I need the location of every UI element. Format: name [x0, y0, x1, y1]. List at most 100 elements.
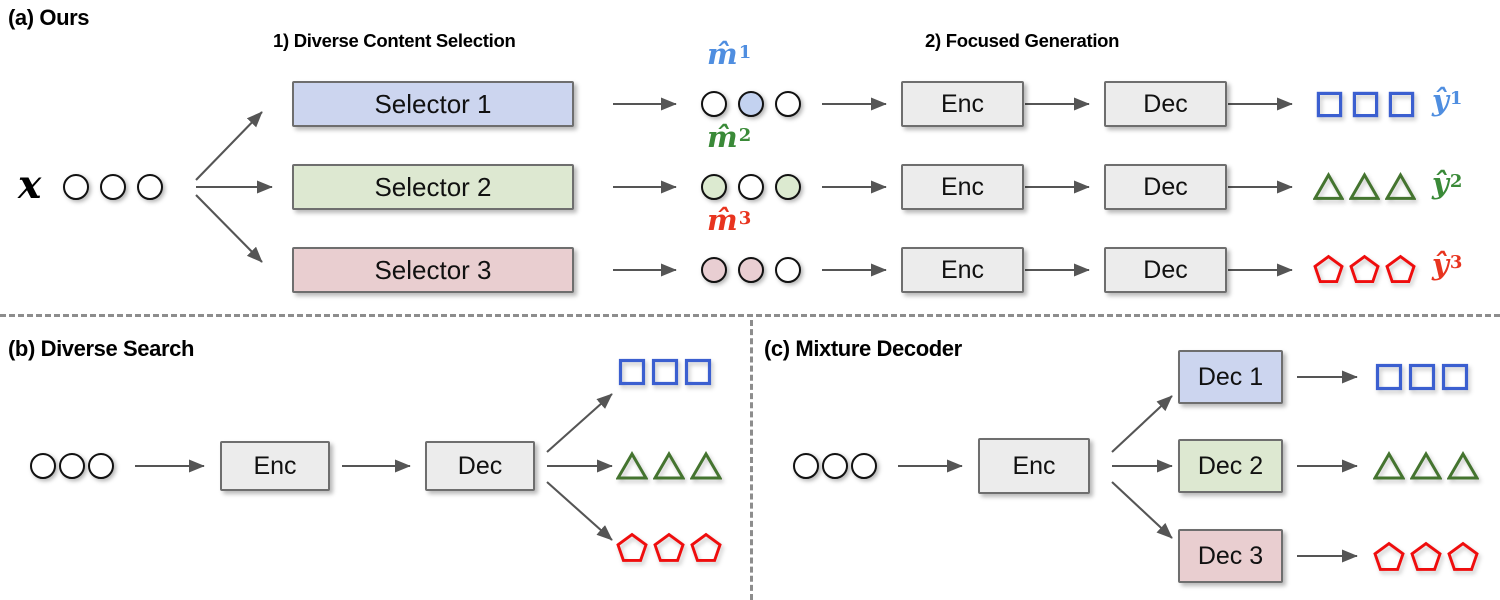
pentagon-icon	[616, 532, 648, 562]
mask-token	[775, 257, 801, 283]
mask-3-token-row	[701, 257, 812, 283]
panel-b-output-squares	[618, 358, 717, 386]
mask-1-sup: 1	[738, 41, 752, 63]
mask-2-token-row	[701, 174, 812, 200]
pentagon-icon	[1313, 254, 1344, 284]
square-icon	[1388, 91, 1415, 118]
selector-1-box[interactable]: Selector 1	[292, 81, 574, 127]
input-token	[59, 453, 85, 479]
output-3-label: ŷ3	[1432, 250, 1462, 279]
square-icon	[651, 358, 679, 386]
mask-3-label: m̂3	[707, 206, 751, 235]
triangle-icon	[1385, 172, 1416, 200]
decoder-2-box[interactable]: Dec	[1104, 164, 1227, 210]
input-token	[30, 453, 56, 479]
input-token	[137, 174, 163, 200]
output-3-base: ŷ	[1432, 247, 1449, 281]
output-1-base: ŷ	[1432, 83, 1449, 117]
mask-token	[738, 174, 764, 200]
square-icon	[1316, 91, 1343, 118]
mask-1-base: m̂	[707, 37, 738, 71]
panel-c-decoder-2-label: Dec 2	[1197, 451, 1264, 480]
mask-token-selected	[738, 91, 764, 117]
divider-horizontal	[0, 314, 1500, 317]
decoder-1-box[interactable]: Dec	[1104, 81, 1227, 127]
selector-1-label: Selector 1	[374, 88, 492, 119]
selector-3-box[interactable]: Selector 3	[292, 247, 574, 293]
panel-c-encoder-box[interactable]: Enc	[978, 438, 1090, 494]
mask-2-base: m̂	[707, 120, 738, 154]
output-3-sup: 3	[1449, 251, 1463, 273]
arrow-b-dec-to-squares	[546, 393, 613, 453]
input-token	[822, 453, 848, 479]
panel-c-output-triangles	[1373, 451, 1484, 481]
input-token	[851, 453, 877, 479]
mask-3-base: m̂	[707, 203, 738, 237]
pentagon-icon	[690, 532, 722, 562]
input-token	[793, 453, 819, 479]
encoder-3-box[interactable]: Enc	[901, 247, 1024, 293]
output-1-label: ŷ1	[1432, 86, 1462, 115]
encoder-2-box[interactable]: Enc	[901, 164, 1024, 210]
encoder-2-label: Enc	[940, 172, 985, 201]
panel-c-encoder-label: Enc	[1012, 451, 1056, 480]
mask-token-selected	[701, 174, 727, 200]
mask-2-sup: 2	[738, 124, 752, 146]
panel-b-decoder-box[interactable]: Dec	[425, 441, 535, 491]
panel-c-decoder-3-box[interactable]: Dec 3	[1178, 529, 1283, 583]
square-icon	[618, 358, 646, 386]
triangle-icon	[1447, 451, 1479, 480]
output-1-shape-row	[1316, 91, 1424, 118]
triangle-icon	[653, 451, 685, 480]
square-icon	[1352, 91, 1379, 118]
input-token-row-a	[63, 174, 174, 200]
triangle-icon	[1313, 172, 1344, 200]
output-3-shape-row	[1313, 254, 1421, 284]
panel-a-title: (a) Ours	[8, 5, 90, 30]
panel-c-decoder-2-box[interactable]: Dec 2	[1178, 439, 1283, 493]
decoder-3-box[interactable]: Dec	[1104, 247, 1227, 293]
panel-c-output-pentagons	[1373, 541, 1484, 572]
selector-2-label: Selector 2	[374, 171, 492, 202]
pentagon-icon	[1349, 254, 1380, 284]
arrow-x-to-selector1	[195, 111, 263, 181]
pentagon-icon	[1373, 541, 1405, 571]
selector-2-box[interactable]: Selector 2	[292, 164, 574, 210]
output-2-sup: 2	[1449, 170, 1463, 192]
panel-c-decoder-1-box[interactable]: Dec 1	[1178, 350, 1283, 404]
arrow-c-enc-to-dec3	[1111, 481, 1173, 539]
figure-canvas: (a) Ours 1) Diverse Content Selection 2)…	[0, 0, 1500, 600]
triangle-icon	[616, 451, 648, 480]
encoder-1-box[interactable]: Enc	[901, 81, 1024, 127]
input-token	[63, 174, 89, 200]
pentagon-icon	[1447, 541, 1479, 571]
input-token	[100, 174, 126, 200]
arrow-b-dec-to-pentagons	[546, 481, 613, 541]
square-icon	[684, 358, 712, 386]
panel-b-encoder-box[interactable]: Enc	[220, 441, 330, 491]
mask-token	[775, 91, 801, 117]
output-2-label: ŷ2	[1432, 169, 1462, 198]
mask-3-sup: 3	[738, 207, 752, 229]
triangle-icon	[1410, 451, 1442, 480]
panel-b-decoder-label: Dec	[457, 451, 503, 480]
square-icon	[1408, 363, 1436, 391]
encoder-3-label: Enc	[940, 255, 985, 284]
pentagon-icon	[1410, 541, 1442, 571]
square-icon	[1375, 363, 1403, 391]
triangle-icon	[1373, 451, 1405, 480]
panel-c-decoder-1-label: Dec 1	[1197, 362, 1264, 391]
pentagon-icon	[1385, 254, 1416, 284]
panel-b-title: (b) Diverse Search	[8, 336, 194, 361]
panel-c-title: (c) Mixture Decoder	[764, 336, 962, 361]
panel-b-output-triangles	[616, 451, 727, 481]
triangle-icon	[690, 451, 722, 480]
input-token	[88, 453, 114, 479]
mask-token-selected	[775, 174, 801, 200]
encoder-1-label: Enc	[940, 89, 985, 118]
pentagon-icon	[653, 532, 685, 562]
mask-1-token-row	[701, 91, 812, 117]
mask-1-label: m̂1	[707, 40, 751, 69]
mask-token-selected	[738, 257, 764, 283]
mask-token	[701, 91, 727, 117]
